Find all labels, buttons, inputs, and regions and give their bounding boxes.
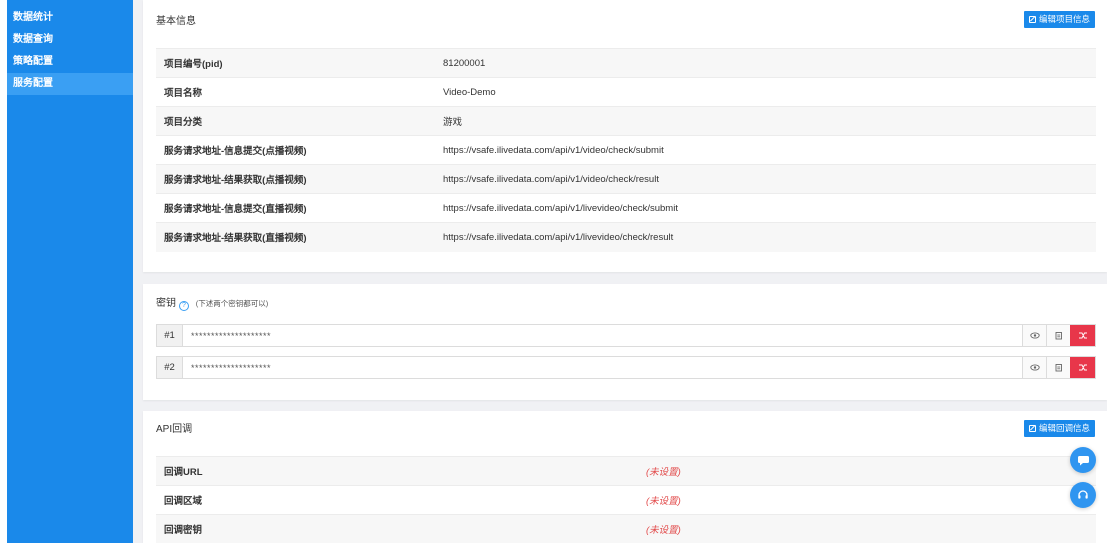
row-value: 81200001 bbox=[443, 48, 1096, 78]
table-row: 项目分类 游戏 bbox=[156, 106, 1096, 136]
basic-info-table: 项目编号(pid) 81200001 项目名称 Video-Demo 项目分类 … bbox=[156, 48, 1096, 252]
row-value: (未设置) bbox=[646, 456, 1096, 486]
secret-key-row-2: #2 ******************** bbox=[156, 356, 1096, 379]
sidebar-item-strategy-config[interactable]: 策略配置 bbox=[7, 51, 133, 73]
row-value: https://vsafe.ilivedata.com/api/v1/livev… bbox=[443, 193, 1096, 223]
eye-icon[interactable] bbox=[1022, 325, 1046, 346]
sidebar-item-data-stats[interactable]: 数据统计 bbox=[7, 7, 133, 29]
sidebar-item-service-config[interactable]: 服务配置 bbox=[7, 73, 133, 95]
row-key: 回调URL bbox=[156, 456, 646, 486]
row-value: 游戏 bbox=[443, 106, 1096, 136]
copy-icon[interactable] bbox=[1046, 325, 1070, 346]
edit-project-button[interactable]: 编辑项目信息 bbox=[1023, 11, 1095, 28]
edit-callback-label: 编辑回调信息 bbox=[1038, 423, 1090, 433]
basic-info-card: 基本信息 编辑项目信息 项目编号(pid) 81200001 项目名称 Vide… bbox=[143, 0, 1107, 272]
edit-project-label: 编辑项目信息 bbox=[1038, 14, 1090, 24]
row-value: (未设置) bbox=[646, 485, 1096, 515]
row-key: 项目名称 bbox=[156, 77, 443, 107]
row-key: 回调区域 bbox=[156, 485, 646, 515]
row-value: https://vsafe.ilivedata.com/api/v1/video… bbox=[443, 135, 1096, 165]
secret-note: (下述两个密钥都可以) bbox=[195, 299, 269, 308]
edit-callback-button[interactable]: 编辑回调信息 bbox=[1023, 420, 1095, 437]
table-row: 服务请求地址-信息提交(点播视频) https://vsafe.ilivedat… bbox=[156, 135, 1096, 165]
table-row: 服务请求地址-结果获取(点播视频) https://vsafe.ilivedat… bbox=[156, 164, 1096, 194]
secret-prefix: #2 bbox=[157, 357, 183, 378]
row-value: https://vsafe.ilivedata.com/api/v1/livev… bbox=[443, 222, 1096, 252]
callback-title: API回调 bbox=[156, 424, 193, 435]
row-key: 项目编号(pid) bbox=[156, 48, 443, 78]
table-row: 项目编号(pid) 81200001 bbox=[156, 48, 1096, 78]
sidebar-item-data-query[interactable]: 数据查询 bbox=[7, 29, 133, 51]
main-content: 基本信息 编辑项目信息 项目编号(pid) 81200001 项目名称 Vide… bbox=[143, 0, 1107, 543]
edit-icon bbox=[1028, 16, 1036, 23]
shuffle-icon[interactable] bbox=[1070, 325, 1095, 346]
callback-table: 回调URL (未设置) 回调区域 (未设置) 回调密钥 (未设置) bbox=[156, 456, 1096, 543]
table-row: 回调URL (未设置) bbox=[156, 456, 1096, 486]
table-row: 回调区域 (未设置) bbox=[156, 485, 1096, 515]
chat-icon bbox=[1077, 455, 1089, 465]
row-key: 服务请求地址-信息提交(点播视频) bbox=[156, 135, 443, 165]
row-key: 服务请求地址-结果获取(点播视频) bbox=[156, 164, 443, 194]
secret-input[interactable]: ******************** bbox=[183, 325, 1022, 346]
left-edge bbox=[0, 0, 7, 543]
secret-key-row-1: #1 ******************** bbox=[156, 324, 1096, 347]
support-float-button[interactable] bbox=[1070, 482, 1096, 508]
basic-info-title: 基本信息 bbox=[156, 16, 196, 27]
row-key: 回调密钥 bbox=[156, 514, 646, 543]
table-row: 服务请求地址-结果获取(直播视频) https://vsafe.ilivedat… bbox=[156, 222, 1096, 252]
chat-float-button[interactable] bbox=[1070, 447, 1096, 473]
callback-card: API回调 编辑回调信息 回调URL (未设置) 回调区域 (未设置) 回调密钥… bbox=[143, 411, 1107, 543]
secret-title: 密钥 bbox=[156, 298, 176, 309]
row-key: 服务请求地址-信息提交(直播视频) bbox=[156, 193, 443, 223]
copy-icon[interactable] bbox=[1046, 357, 1070, 378]
secret-title-row: 密钥? (下述两个密钥都可以) bbox=[156, 294, 268, 311]
secret-card: 密钥? (下述两个密钥都可以) #1 ******************** … bbox=[143, 284, 1107, 400]
row-value: https://vsafe.ilivedata.com/api/v1/video… bbox=[443, 164, 1096, 194]
row-key: 服务请求地址-结果获取(直播视频) bbox=[156, 222, 443, 252]
secret-input[interactable]: ******************** bbox=[183, 357, 1022, 378]
table-row: 项目名称 Video-Demo bbox=[156, 77, 1096, 107]
eye-icon[interactable] bbox=[1022, 357, 1046, 378]
table-row: 回调密钥 (未设置) bbox=[156, 514, 1096, 543]
row-value: Video-Demo bbox=[443, 77, 1096, 107]
table-row: 服务请求地址-信息提交(直播视频) https://vsafe.ilivedat… bbox=[156, 193, 1096, 223]
edit-icon bbox=[1028, 425, 1036, 432]
secret-prefix: #1 bbox=[157, 325, 183, 346]
sidebar: 数据统计 数据查询 策略配置 服务配置 bbox=[7, 0, 133, 543]
help-icon[interactable]: ? bbox=[179, 301, 189, 311]
headset-icon bbox=[1078, 490, 1088, 499]
shuffle-icon[interactable] bbox=[1070, 357, 1095, 378]
row-key: 项目分类 bbox=[156, 106, 443, 136]
row-value: (未设置) bbox=[646, 514, 1096, 543]
